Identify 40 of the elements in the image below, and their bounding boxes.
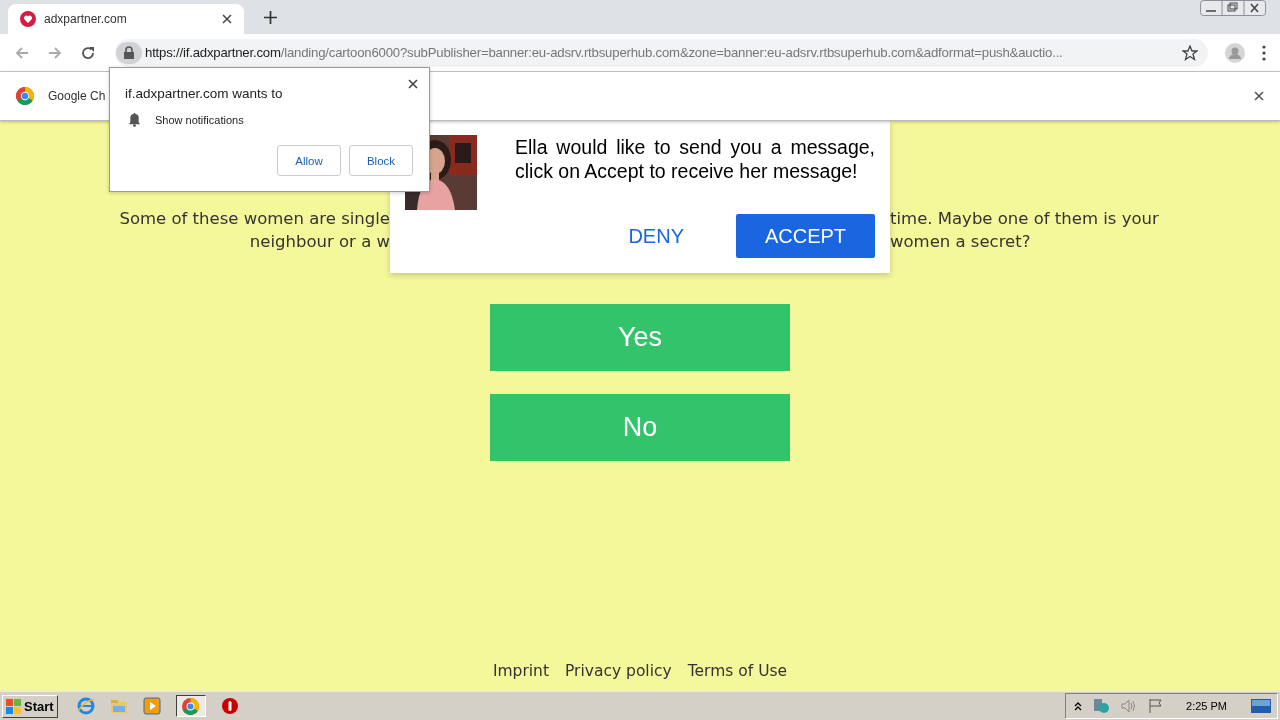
- windows-logo-icon: [6, 698, 22, 714]
- url-host: https://if.adxpartner.com: [145, 45, 281, 60]
- window-controls[interactable]: [1200, 0, 1266, 16]
- close-icon[interactable]: [222, 14, 232, 24]
- chevron-up-icon[interactable]: [1074, 701, 1083, 711]
- profile-icon[interactable]: [1225, 42, 1245, 63]
- footer-link[interactable]: Privacy policy: [565, 662, 672, 680]
- dialog-button[interactable]: Allow: [277, 145, 341, 176]
- paragraph-fragment: women a secret?: [890, 231, 1032, 253]
- new-tab-icon[interactable]: [264, 11, 277, 24]
- flag-icon[interactable]: [1148, 698, 1165, 714]
- bell-icon: [128, 112, 141, 127]
- infobar-text: Google Ch: [48, 89, 106, 103]
- start-button[interactable]: Start: [2, 694, 58, 718]
- browser-tab[interactable]: adxpartner.com: [8, 4, 244, 34]
- accept-button[interactable]: ACCEPT: [736, 214, 875, 258]
- url-path: /landing/cartoon6000?subPublisher=banner:eu-adsrv.rtbsuperhub.com&zone=banner:eu-adsrv.rtbsuperhub.com&adformat=push&auctio...: [280, 45, 1063, 60]
- paragraph-fragment: neighbour or a w: [248, 231, 390, 253]
- close-icon[interactable]: [1254, 91, 1264, 101]
- clock: 2:25 PM: [1186, 700, 1227, 712]
- popup-message: Ella would like to send you a message, click on Accept to receive her message!: [515, 135, 875, 183]
- chrome-taskbar-button[interactable]: [175, 695, 206, 717]
- lock-icon[interactable]: [115, 41, 143, 64]
- close-icon[interactable]: [408, 79, 418, 89]
- footer-link[interactable]: Imprint: [492, 662, 549, 680]
- paragraph-fragment: Some of these women are single: [118, 208, 390, 230]
- menu-icon[interactable]: [1262, 44, 1266, 61]
- stop-sign-icon[interactable]: [220, 697, 239, 715]
- deny-button[interactable]: DENY: [628, 224, 724, 248]
- dialog-title: if.adxpartner.com wants to: [125, 86, 283, 101]
- dialog-button[interactable]: Block: [349, 145, 413, 176]
- media-player-icon[interactable]: [142, 697, 161, 715]
- address-bar[interactable]: https://if.adxpartner.com/landing/cartoon6000?subPublisher=banner:eu-adsrv.rtbsuperhub.com&zone=banner:eu-adsrv.rtbsuperhub.com&adformat=push&auctio...: [115, 38, 1208, 67]
- paragraph-fragment: time. Maybe one of them is your: [890, 208, 1160, 230]
- reload-icon[interactable]: [80, 44, 96, 61]
- star-icon[interactable]: [1182, 44, 1198, 61]
- permission-label: Show notifications: [155, 113, 244, 126]
- tab-title: adxpartner.com: [44, 12, 128, 26]
- footer-link[interactable]: Terms of Use: [687, 662, 788, 680]
- chrome-icon: [16, 87, 34, 105]
